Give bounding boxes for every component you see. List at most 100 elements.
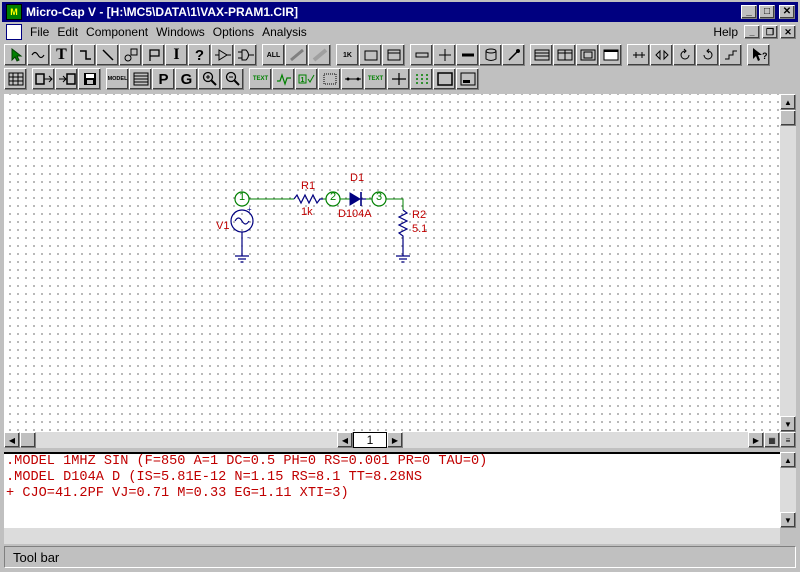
- split-icon[interactable]: [553, 44, 576, 66]
- component-ref-r1: R1: [301, 180, 316, 192]
- shade-icon[interactable]: [308, 44, 331, 66]
- svg-text:-: -: [247, 233, 250, 242]
- close-button[interactable]: ✕: [779, 5, 795, 19]
- component-value-r2: 5.1: [412, 223, 428, 235]
- list-view-icon[interactable]: ≡: [780, 432, 796, 448]
- model-icon[interactable]: MODEL: [106, 68, 129, 90]
- scroll-down-button[interactable]: ▼: [780, 416, 796, 432]
- scroll-left-button[interactable]: ◀: [4, 432, 20, 448]
- doc-minimize-button[interactable]: _: [744, 25, 760, 39]
- grid-icon[interactable]: [129, 68, 152, 90]
- step-icon[interactable]: [719, 44, 742, 66]
- g-icon[interactable]: G: [175, 68, 198, 90]
- node-label: 3: [375, 191, 383, 203]
- window-icon[interactable]: [382, 44, 405, 66]
- minimize-button[interactable]: _: [741, 5, 757, 19]
- menu-file[interactable]: File: [28, 25, 55, 39]
- pin-connect-icon[interactable]: [341, 68, 364, 90]
- scroll-down-button[interactable]: ▼: [780, 512, 796, 528]
- menu-analysis[interactable]: Analysis: [260, 25, 313, 39]
- page-next-button[interactable]: ▶: [387, 432, 403, 448]
- split-3-icon[interactable]: [576, 44, 599, 66]
- cross-icon[interactable]: [433, 44, 456, 66]
- rect-icon[interactable]: [359, 44, 382, 66]
- flip-icon[interactable]: [119, 44, 142, 66]
- text-icon[interactable]: T: [50, 44, 73, 66]
- cylinder-icon[interactable]: [479, 44, 502, 66]
- p-icon[interactable]: P: [152, 68, 175, 90]
- pointer-help-icon[interactable]: ?: [747, 44, 770, 66]
- grid-dots-icon[interactable]: [410, 68, 433, 90]
- help-icon[interactable]: ?: [188, 44, 211, 66]
- text-vertical-scrollbar[interactable]: ▲ ▼: [780, 452, 796, 528]
- component-value-d1: D104A: [338, 208, 372, 220]
- scroll-thumb[interactable]: [20, 432, 36, 448]
- orthogonal-wire-icon[interactable]: [73, 44, 96, 66]
- menu-options[interactable]: Options: [211, 25, 260, 39]
- gate-icon[interactable]: [234, 44, 257, 66]
- line-icon[interactable]: [410, 44, 433, 66]
- text-attr-icon[interactable]: TEXT: [364, 68, 387, 90]
- dot-grid-icon[interactable]: [318, 68, 341, 90]
- buffer-icon[interactable]: [211, 44, 234, 66]
- calculator-icon[interactable]: [4, 68, 27, 90]
- menu-edit[interactable]: Edit: [55, 25, 84, 39]
- maximize-icon[interactable]: [599, 44, 622, 66]
- menu-component[interactable]: Component: [84, 25, 154, 39]
- component-value-r1: 1k: [301, 206, 313, 218]
- zoom-out-icon[interactable]: [221, 68, 244, 90]
- text-horizontal-scrollbar[interactable]: [4, 528, 780, 544]
- waveform-icon[interactable]: [272, 68, 295, 90]
- scroll-up-button[interactable]: ▲: [780, 94, 796, 110]
- text-label-icon[interactable]: TEXT: [249, 68, 272, 90]
- zoom-in-icon[interactable]: [198, 68, 221, 90]
- doc-close-button[interactable]: ✕: [780, 25, 796, 39]
- rotate-cw-icon[interactable]: [696, 44, 719, 66]
- fill-icon[interactable]: [285, 44, 308, 66]
- text-line: .MODEL 1MHZ SIN (F=850 A=1 DC=0.5 PH=0 R…: [6, 454, 488, 469]
- app-icon[interactable]: M: [6, 4, 22, 20]
- maximize-button[interactable]: □: [759, 5, 775, 19]
- crosshair-icon[interactable]: [387, 68, 410, 90]
- stack-icon[interactable]: [530, 44, 553, 66]
- component-ref-v1: V1: [216, 220, 230, 232]
- wire-icon[interactable]: [27, 44, 50, 66]
- node-number-icon[interactable]: 1: [295, 68, 318, 90]
- probe-icon[interactable]: [502, 44, 525, 66]
- floppy-icon[interactable]: [78, 68, 101, 90]
- window-title: Micro-Cap V - [H:\MC5\DATA\1\VAX-PRAM1.C…: [26, 5, 299, 19]
- voltage-source-v1[interactable]: + -: [230, 205, 254, 256]
- scroll-thumb[interactable]: [780, 110, 796, 126]
- doc-restore-button[interactable]: ❐: [762, 25, 778, 39]
- schematic-vertical-scrollbar[interactable]: ▲ ▼: [780, 94, 796, 432]
- scroll-up-button[interactable]: ▲: [780, 452, 796, 468]
- schematic-canvas[interactable]: + - 1 2 3 V1 R1 1k D1 D104A R2 5.1: [4, 94, 780, 432]
- menu-bar: File Edit Component Windows Options Anal…: [2, 22, 798, 42]
- mirror-icon[interactable]: [650, 44, 673, 66]
- document-icon[interactable]: [6, 24, 22, 40]
- grid-view-icon[interactable]: ▦: [764, 432, 780, 448]
- resistor-r1[interactable]: [293, 193, 323, 205]
- scroll-right-button[interactable]: ▶: [748, 432, 764, 448]
- menu-windows[interactable]: Windows: [154, 25, 211, 39]
- info-icon[interactable]: I: [165, 44, 188, 66]
- schematic-horizontal-scrollbar[interactable]: ◀ ◀ 1 ▶ ▶ ▦ ≡: [4, 432, 796, 448]
- resistor-r2[interactable]: [397, 209, 409, 256]
- select-arrow-icon[interactable]: [4, 44, 27, 66]
- rotate-ccw-icon[interactable]: [673, 44, 696, 66]
- model-text-area[interactable]: .MODEL 1MHZ SIN (F=850 A=1 DC=0.5 PH=0 R…: [4, 452, 780, 528]
- frame-icon[interactable]: [433, 68, 456, 90]
- page-tab[interactable]: 1: [353, 432, 387, 448]
- pin-icon[interactable]: [627, 44, 650, 66]
- attribute-text-icon[interactable]: 1K: [336, 44, 359, 66]
- window-minimize-icon[interactable]: [456, 68, 479, 90]
- save-model-icon[interactable]: [32, 68, 55, 90]
- page-prev-button[interactable]: ◀: [337, 432, 353, 448]
- all-pins-icon[interactable]: ALL: [262, 44, 285, 66]
- copy-icon[interactable]: [55, 68, 78, 90]
- menu-help[interactable]: Help: [711, 25, 744, 39]
- diode-d1[interactable]: [349, 192, 366, 206]
- diagonal-wire-icon[interactable]: [96, 44, 119, 66]
- flag-icon[interactable]: [142, 44, 165, 66]
- bus-icon[interactable]: [456, 44, 479, 66]
